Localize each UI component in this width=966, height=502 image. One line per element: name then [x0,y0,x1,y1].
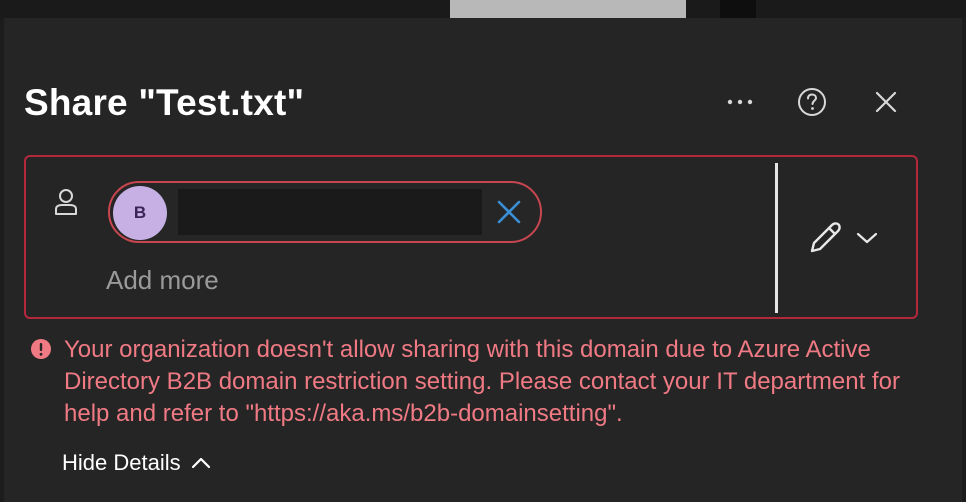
dialog-title: Share "Test.txt" [24,82,305,123]
more-options-button[interactable] [720,82,760,122]
close-button[interactable] [866,82,906,122]
person-icon [55,189,77,215]
pencil-icon [810,222,841,253]
error-icon [31,339,51,359]
remove-recipient-button[interactable] [492,195,526,229]
avatar: B [113,186,167,240]
chevron-up-icon [191,457,210,469]
recipient-name [178,189,482,235]
close-icon [875,91,897,113]
recipient-input-box[interactable]: B Add more [24,155,918,319]
add-more-input[interactable]: Add more [106,265,219,296]
background-dark-block [720,0,756,18]
permission-dropdown-button[interactable] [806,217,890,259]
error-text: Your organization doesn't allow sharing … [64,336,900,427]
dialog-frame-right [962,18,966,502]
background-document-thumbnail [450,0,686,18]
vertical-divider [775,163,778,313]
help-button[interactable] [792,82,832,122]
hide-details-label: Hide Details [62,450,181,475]
remove-icon [497,200,521,224]
chevron-down-icon [856,232,878,244]
dialog-frame-left [0,18,4,502]
more-options-icon [727,99,753,105]
recipient-chip[interactable]: B [108,181,542,243]
help-icon [798,88,826,116]
hide-details-button[interactable]: Hide Details [62,450,211,476]
